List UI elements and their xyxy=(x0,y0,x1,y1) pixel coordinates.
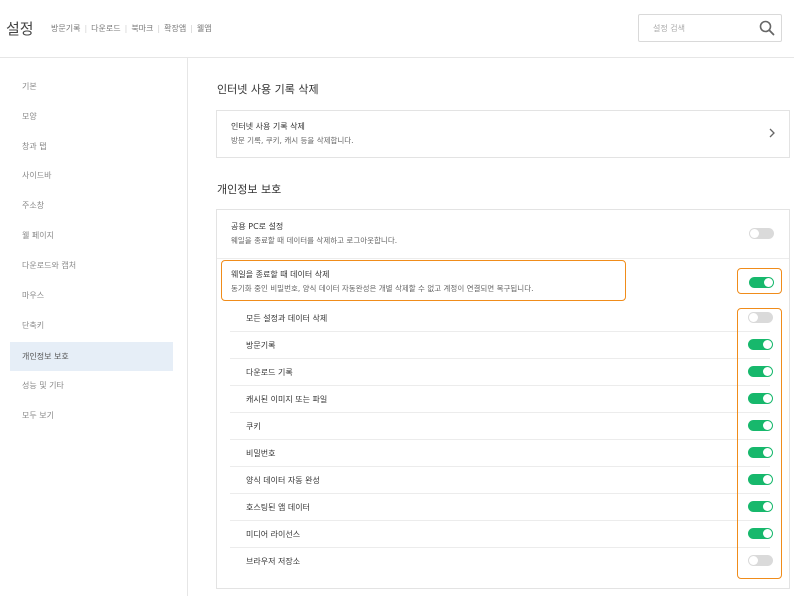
header-links: 방문기록 | 다운로드 | 북마크 | 확장앱 | 웰앱 xyxy=(51,23,212,34)
hosted-app-data-toggle[interactable] xyxy=(748,501,773,512)
sub-row-cookies: 쿠키 xyxy=(230,413,773,440)
app-title: 설정 xyxy=(6,20,34,38)
delete-on-exit-toggle[interactable] xyxy=(749,277,774,288)
sidebar-item-sidebar[interactable]: 사이드바 xyxy=(10,161,173,190)
toggle-knob xyxy=(763,421,772,430)
media-licenses-toggle[interactable] xyxy=(748,528,773,539)
sub-row-label: 브라우저 저장소 xyxy=(246,557,301,566)
row-description: 동기화 중인 비밀번호, 양식 데이터 자동완성은 개별 삭제할 수 없고 계정… xyxy=(231,284,534,293)
sidebar-item-shortcuts[interactable]: 단축키 xyxy=(10,311,173,340)
divider: | xyxy=(190,24,193,33)
row-description: 방문 기록, 쿠키, 캐시 등을 삭제합니다. xyxy=(231,136,354,145)
sub-row-passwords: 비밀번호 xyxy=(230,440,773,467)
toggle-knob xyxy=(763,448,772,457)
toggle-knob xyxy=(764,278,773,287)
row-description: 웨일을 종료할 때 데이터를 삭제하고 로그아웃합니다. xyxy=(231,236,398,245)
sidebar-item-privacy[interactable]: 개인정보 보호 xyxy=(10,342,173,371)
sub-row-browser-storage: 브라우저 저장소 xyxy=(230,548,773,575)
passwords-toggle[interactable] xyxy=(748,447,773,458)
sub-row-label: 호스팅된 앱 데이터 xyxy=(246,503,310,512)
toggle-knob xyxy=(749,556,758,565)
sub-row-cached-files: 캐시된 이미지 또는 파일 xyxy=(230,386,773,413)
toggle-knob xyxy=(763,475,772,484)
cached-files-toggle[interactable] xyxy=(748,393,773,404)
sidebar-item-basic[interactable]: 기본 xyxy=(10,72,173,101)
downloads-link[interactable]: 다운로드 xyxy=(91,24,120,33)
sub-row-hosted-app-data: 호스팅된 앱 데이터 xyxy=(230,494,773,521)
cookies-toggle[interactable] xyxy=(748,420,773,431)
history-toggle[interactable] xyxy=(748,339,773,350)
bookmarks-link[interactable]: 북마크 xyxy=(131,24,153,33)
sub-row-label: 양식 데이터 자동 완성 xyxy=(246,476,320,485)
sidebar: 기본 모양 창과 탭 사이드바 주소창 웰 페이지 다운로드와 캡처 마우스 단… xyxy=(0,58,188,596)
clear-history-row[interactable]: 인터넷 사용 기록 삭제 방문 기록, 쿠키, 캐시 등을 삭제합니다. xyxy=(216,110,790,158)
autofill-toggle[interactable] xyxy=(748,474,773,485)
toggle-knob xyxy=(763,529,772,538)
section-title-clear-history: 인터넷 사용 기록 삭제 xyxy=(217,83,319,96)
sidebar-item-appearance[interactable]: 모양 xyxy=(10,102,173,131)
search-box xyxy=(638,14,782,42)
sidebar-item-whale-page[interactable]: 웰 페이지 xyxy=(10,221,173,250)
toggle-knob xyxy=(763,367,772,376)
divider: | xyxy=(157,24,161,33)
search-icon[interactable] xyxy=(759,20,775,36)
row-title: 웨일을 종료할 때 데이터 삭제 xyxy=(231,270,330,279)
extensions-link[interactable]: 확장앱 xyxy=(164,24,186,33)
download-history-toggle[interactable] xyxy=(748,366,773,377)
toggle-knob xyxy=(749,313,758,322)
sidebar-item-windows-tabs[interactable]: 창과 탭 xyxy=(10,132,173,161)
toggle-knob xyxy=(763,502,772,511)
sub-row-delete-all-settings: 모든 설정과 데이터 삭제 xyxy=(230,305,773,332)
sidebar-item-downloads-capture[interactable]: 다운로드와 캡처 xyxy=(10,251,173,280)
toggle-knob xyxy=(763,340,772,349)
sub-row-label: 미디어 라이선스 xyxy=(246,530,301,539)
delete-all-settings-toggle[interactable] xyxy=(748,312,773,323)
sub-row-label: 방문기록 xyxy=(246,341,276,350)
browser-storage-toggle[interactable] xyxy=(748,555,773,566)
clear-history-text: 인터넷 사용 기록 삭제 방문 기록, 쿠키, 캐시 등을 삭제합니다. xyxy=(231,121,354,146)
sub-row-download-history: 다운로드 기록 xyxy=(230,359,773,386)
sub-row-autofill: 양식 데이터 자동 완성 xyxy=(230,467,773,494)
whale-apps-link[interactable]: 웰앱 xyxy=(197,24,212,33)
sub-row-label: 쿠키 xyxy=(246,422,261,431)
delete-on-exit-text: 웨일을 종료할 때 데이터 삭제 동기화 중인 비밀번호, 양식 데이터 자동완… xyxy=(231,269,533,294)
sidebar-item-view-all[interactable]: 모두 보기 xyxy=(10,401,173,430)
public-pc-text: 공용 PC로 설정 웨일을 종료할 때 데이터를 삭제하고 로그아웃합니다. xyxy=(231,221,397,246)
chevron-right-icon xyxy=(769,128,775,138)
divider xyxy=(217,258,789,259)
toggle-knob xyxy=(750,229,759,238)
search-input[interactable] xyxy=(639,15,751,41)
sub-row-media-licenses: 미디어 라이선스 xyxy=(230,521,773,548)
sub-row-history: 방문기록 xyxy=(230,332,773,359)
sub-row-label: 모든 설정과 데이터 삭제 xyxy=(246,314,328,323)
divider: | xyxy=(124,24,128,33)
section-title-privacy: 개인정보 보호 xyxy=(217,183,282,196)
row-title: 인터넷 사용 기록 삭제 xyxy=(231,122,305,131)
header: 설정 방문기록 | 다운로드 | 북마크 | 확장앱 | 웰앱 xyxy=(0,0,794,58)
sub-row-label: 캐시된 이미지 또는 파일 xyxy=(246,395,328,404)
history-link[interactable]: 방문기록 xyxy=(51,24,80,33)
sidebar-item-performance[interactable]: 성능 및 기타 xyxy=(10,371,173,400)
toggle-knob xyxy=(763,394,772,403)
sub-row-label: 비밀번호 xyxy=(246,449,276,458)
sidebar-item-address-bar[interactable]: 주소창 xyxy=(10,191,173,220)
sub-row-label: 다운로드 기록 xyxy=(246,368,293,377)
divider: | xyxy=(84,24,88,33)
public-pc-toggle[interactable] xyxy=(749,228,774,239)
sidebar-item-mouse[interactable]: 마우스 xyxy=(10,281,173,310)
row-title: 공용 PC로 설정 xyxy=(231,222,284,231)
